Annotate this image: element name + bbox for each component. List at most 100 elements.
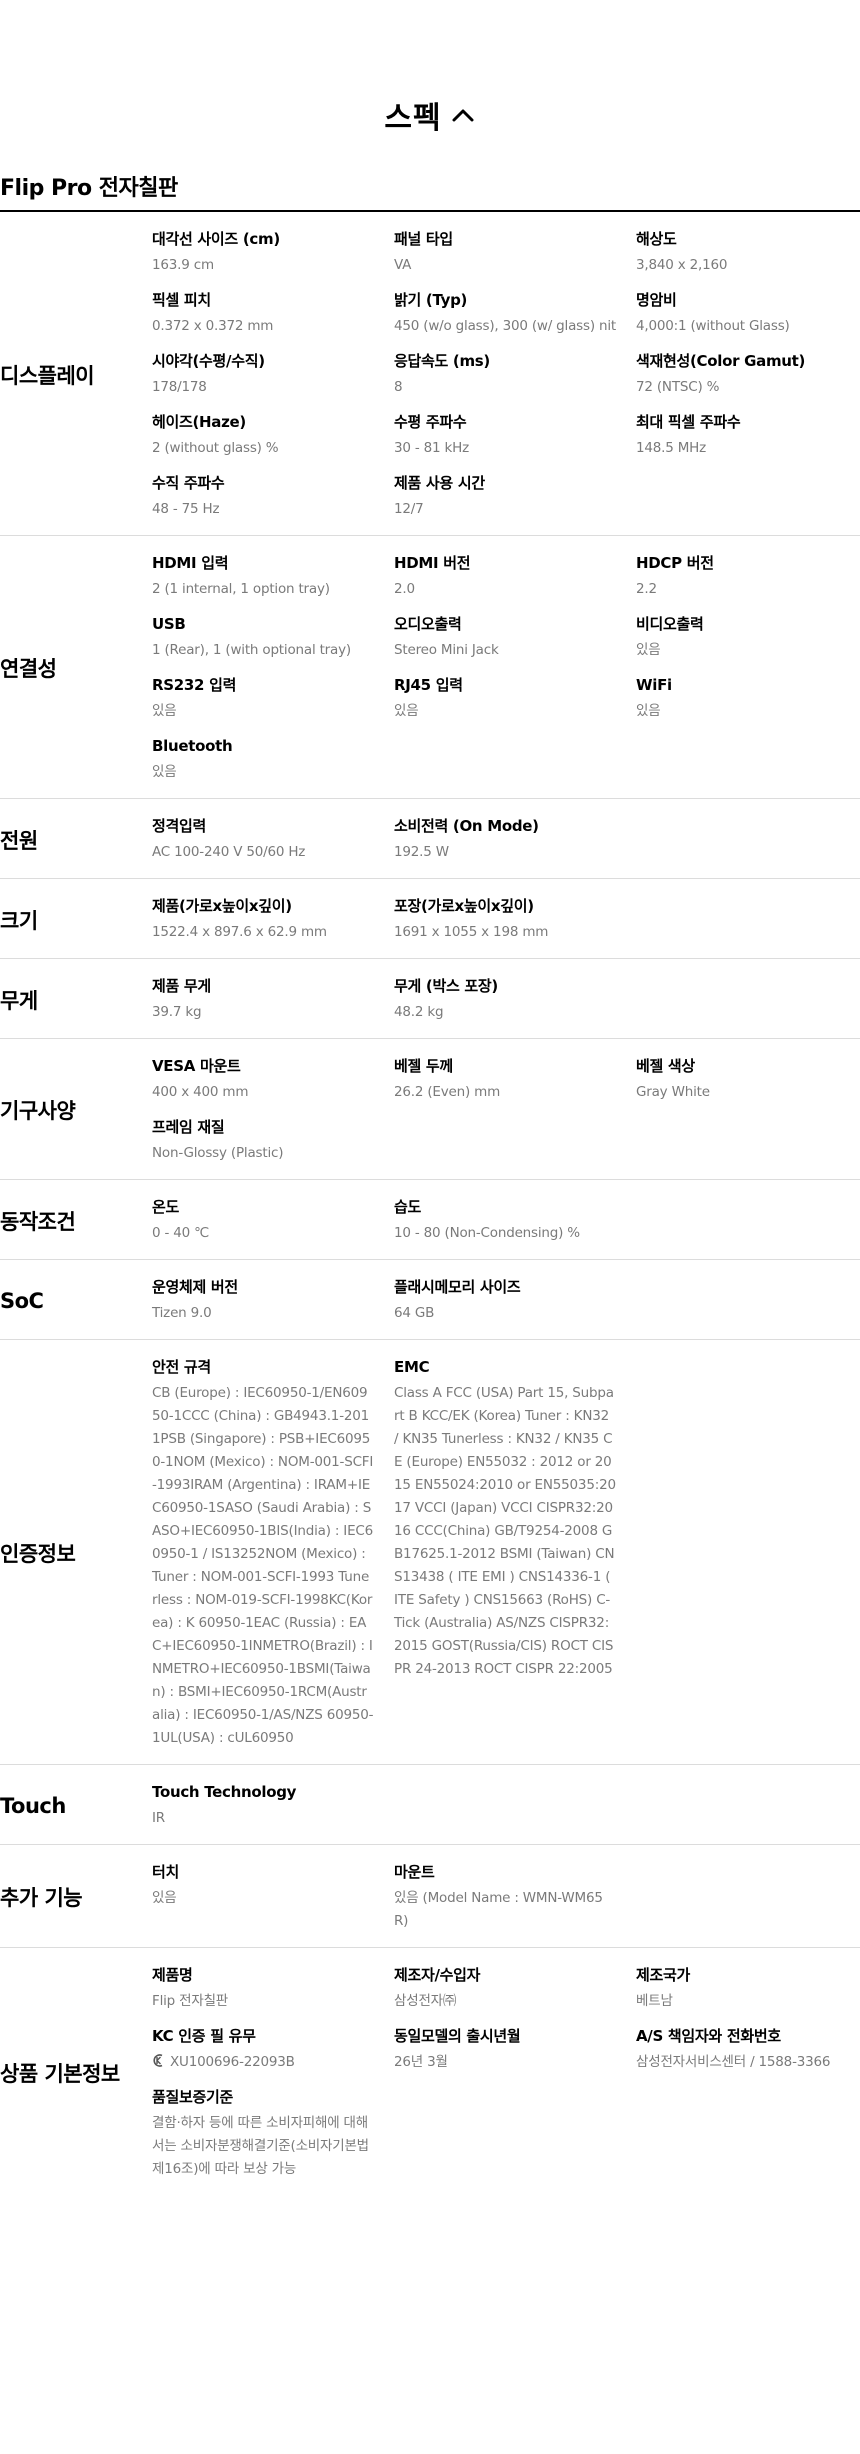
spec-item: A/S 책임자와 전화번호 삼성전자서비스센터 / 1588-3366 xyxy=(636,2025,860,2074)
spec-value: 2 (1 internal, 1 option tray) xyxy=(152,581,330,597)
spec-value: 12/7 xyxy=(394,501,424,517)
spec-item: Bluetooth 있음 xyxy=(152,735,394,784)
spec-item: 베젤 두께 26.2 (Even) mm xyxy=(394,1055,636,1104)
spec-item: USB 1 (Rear), 1 (with optional tray) xyxy=(152,613,394,662)
spec-label: 제품 무게 xyxy=(152,977,211,995)
section-title: 동작조건 xyxy=(0,1209,76,1234)
chevron-up-icon xyxy=(452,109,474,122)
spec-label: 밝기 (Typ) xyxy=(394,291,468,309)
section-title: 추가 기능 xyxy=(0,1886,83,1910)
spec-value: 2.0 xyxy=(394,581,415,597)
spec-item: 최대 픽셀 주파수 148.5 MHz xyxy=(636,411,860,460)
spec-value: 8 xyxy=(394,379,403,395)
spec-item: KC 인증 필 유무 XU100696-22093B xyxy=(152,2025,394,2074)
spec-value: 결함·하자 등에 따른 소비자피해에 대해서는 소비자분쟁해결기준(소비자기본법… xyxy=(152,2115,369,2177)
spec-label: KC 인증 필 유무 xyxy=(152,2027,256,2045)
spec-toggle[interactable]: 스펙 xyxy=(0,90,860,140)
spec-title: 스펙 xyxy=(384,101,442,136)
spec-item: 제조자/수입자삼성전자㈜ xyxy=(394,1964,636,2013)
spec-value: Non-Glossy (Plastic) xyxy=(152,1145,284,1161)
spec-label: 비디오출력 xyxy=(636,615,704,633)
spec-item: 베젤 색상 Gray White xyxy=(636,1055,860,1104)
spec-label: 제조자/수입자 xyxy=(394,1966,481,1984)
spec-label: VESA 마운트 xyxy=(152,1057,241,1075)
spec-label: 프레임 재질 xyxy=(152,1118,225,1136)
spec-item: 명암비 4,000:1 (without Glass) xyxy=(636,289,860,338)
spec-item: WiFi 있음 xyxy=(636,674,860,723)
section-title: 상품 기본정보 xyxy=(0,2061,120,2086)
spec-value: 1 (Rear), 1 (with optional tray) xyxy=(152,642,351,658)
spec-value: 있음 xyxy=(152,703,177,719)
product-name: Flip Pro 전자칠판 xyxy=(0,176,178,201)
spec-section: 무게 제품 무게 39.7 kg 무게 (박스 포장) 48.2 kg xyxy=(0,959,860,1039)
spec-value: 72 (NTSC) % xyxy=(636,379,720,395)
spec-label: 패널 타입 xyxy=(394,230,453,248)
spec-value: 192.5 W xyxy=(394,844,449,860)
spec-item: 제품 사용 시간 12/7 xyxy=(394,472,636,521)
spec-label: 동일모델의 출시년월 xyxy=(394,2027,521,2045)
section-items: 제품 무게 39.7 kg 무게 (박스 포장) 48.2 kg xyxy=(152,975,860,1024)
spec-item: 정격입력 AC 100-240 V 50/60 Hz xyxy=(152,815,394,864)
section-items: 제품(가로x높이x깊이) 1522.4 x 897.6 x 62.9 mm 포장(가… xyxy=(152,895,860,944)
spec-item: 시야각(수평/수직) 178/178 xyxy=(152,350,394,399)
section-title: 인증정보 xyxy=(0,1542,76,1566)
spec-value: 10 - 80 (Non-Condensing) % xyxy=(394,1225,580,1241)
spec-item: 제품(가로x높이x깊이) 1522.4 x 897.6 x 62.9 mm xyxy=(152,895,394,944)
section-title: Touch xyxy=(0,1793,66,1818)
section-items: 운영체제 버전 Tizen 9.0 플래시메모리 사이즈 64 GB xyxy=(152,1276,860,1325)
spec-section: 디스플레이 대각선 사이즈 (cm) 163.9 cm 패널 타입 VA 해상도 3,840… xyxy=(0,212,860,536)
spec-label: USB xyxy=(152,615,186,633)
spec-value: 0.372 x 0.372 mm xyxy=(152,318,274,334)
spec-item: 제품명 Flip 전자칠판 xyxy=(152,1964,394,2013)
spec-item: 프레임 재질 Non-Glossy (Plastic) xyxy=(152,1116,394,1165)
spec-item: 제품 무게 39.7 kg xyxy=(152,975,394,1024)
spec-label: 터치 xyxy=(152,1863,180,1881)
spec-section: 연결성 HDMI 입력 2 (1 internal, 1 option tray) H… xyxy=(0,536,860,799)
spec-label: Touch Technology xyxy=(152,1783,297,1801)
spec-item: 품질보증기준결함·하자 등에 따른 소비자피해에 대해서는 소비자분쟁해결기준(… xyxy=(152,2086,394,2181)
spec-value: 2.2 xyxy=(636,581,657,597)
spec-item: 소비전력 (On Mode) 192.5 W xyxy=(394,815,636,864)
spec-label: 포장(가로x높이x깊이) xyxy=(394,897,534,915)
spec-value: 삼성전자㈜ xyxy=(394,1993,457,2009)
spec-label: HDMI 버전 xyxy=(394,554,471,572)
section-title: 크기 xyxy=(0,908,38,933)
spec-label: 안전 규격 xyxy=(152,1358,211,1376)
spec-label: 무게 (박스 포장) xyxy=(394,977,498,995)
spec-label: 제품(가로x높이x깊이) xyxy=(152,897,292,915)
section-items: Touch Technology IR xyxy=(152,1781,860,1830)
section-items: 정격입력 AC 100-240 V 50/60 Hz 소비전력 (On Mode) 1… xyxy=(152,815,860,864)
spec-value: Stereo Mini Jack xyxy=(394,642,499,658)
section-title: 연결성 xyxy=(0,657,57,681)
section-items: 안전 규격 CB (Europe) : IEC60950-1/EN60950-1C… xyxy=(152,1356,860,1750)
spec-item: 터치 있음 xyxy=(152,1861,394,1933)
spec-value: Tizen 9.0 xyxy=(152,1305,212,1321)
spec-value: 4,000:1 (without Glass) xyxy=(636,318,790,334)
spec-value: 0 - 40 ℃ xyxy=(152,1225,210,1241)
spec-label: 품질보증기준 xyxy=(152,2088,234,2106)
spec-item: 해상도 3,840 x 2,160 xyxy=(636,228,860,277)
spec-value: 있음 xyxy=(152,764,177,780)
spec-label: HDMI 입력 xyxy=(152,554,229,572)
spec-item: Touch Technology IR xyxy=(152,1781,394,1830)
spec-item: VESA 마운트 400 x 400 mm xyxy=(152,1055,394,1104)
spec-value: 178/178 xyxy=(152,379,207,395)
spec-label: Bluetooth xyxy=(152,737,233,755)
spec-value: 163.9 cm xyxy=(152,257,214,273)
spec-label: WiFi xyxy=(636,676,672,694)
spec-value: 26년 3월 xyxy=(394,2054,448,2070)
spec-item: 제조국가 베트남 xyxy=(636,1964,860,2013)
spec-label: 해상도 xyxy=(636,230,677,248)
section-title: 기구사양 xyxy=(0,1099,76,1123)
spec-label: 제품 사용 시간 xyxy=(394,474,485,492)
spec-label: RS232 입력 xyxy=(152,676,237,694)
kc-number: XU100696-22093B xyxy=(170,2054,295,2070)
spec-item: RS232 입력있음 xyxy=(152,674,394,723)
spec-value: 있음 (Model Name : WMN-WM65R) xyxy=(394,1890,603,1929)
spec-value: 64 GB xyxy=(394,1305,435,1321)
spec-sections: 디스플레이 대각선 사이즈 (cm) 163.9 cm 패널 타입 VA 해상도 3,840… xyxy=(0,212,860,2195)
spec-item: 대각선 사이즈 (cm) 163.9 cm xyxy=(152,228,394,277)
spec-value: IR xyxy=(152,1810,165,1826)
spec-item: 색재현성(Color Gamut) 72 (NTSC) % xyxy=(636,350,860,399)
spec-item: 안전 규격 CB (Europe) : IEC60950-1/EN60950-1C… xyxy=(152,1356,394,1750)
